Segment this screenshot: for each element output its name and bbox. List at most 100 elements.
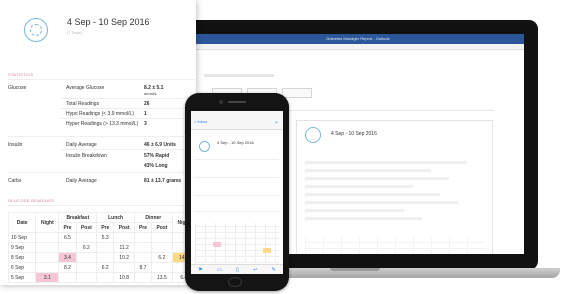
table-cell-date: 5 Sep	[7, 272, 37, 283]
report-date: 4 Sep - 10 Sep 2016	[217, 140, 254, 145]
table-cell	[151, 242, 173, 253]
table-cell	[75, 262, 98, 273]
column-subheader: Post	[113, 222, 135, 233]
average-glucose-label: Average Glucose	[66, 85, 105, 91]
report-table	[305, 237, 485, 254]
table-cell: 11.2	[113, 242, 135, 253]
trash-icon[interactable]: ▯	[236, 267, 239, 273]
hyper-readings-label: Hyper Readings (> 13.3 mmol/L)	[66, 121, 139, 127]
table-cell: 10.2	[113, 252, 135, 263]
column-subheader: Post	[75, 222, 98, 233]
reply-icon[interactable]: ↩	[253, 267, 257, 273]
table-cell-hyper	[263, 248, 271, 253]
back-button[interactable]: < Inbox	[194, 119, 207, 124]
table-cell	[96, 242, 115, 253]
column-header: Date	[7, 212, 37, 233]
table-cell	[96, 252, 115, 263]
carbs-daily-average-value: 81 ± 13.7 grams	[144, 178, 182, 184]
column-subheader: Pre	[133, 222, 153, 233]
phone: < Inbox ⌄ 4 Sep - 10 Sep 2016 ⚑ ▭ ▯ ↩ ✎	[185, 93, 289, 291]
embedded-report: 4 Sep - 10 Sep 2016	[296, 120, 493, 254]
table-cell-date: 8 Sep	[7, 252, 37, 263]
divider	[195, 211, 279, 212]
table-cell	[58, 242, 77, 253]
table-cell: 13.5	[151, 272, 173, 283]
compose-icon[interactable]: ✎	[272, 267, 276, 273]
insulin-daily-average-label: Daily Average	[66, 142, 97, 148]
table-cell: 6.2	[96, 262, 115, 273]
divider	[8, 79, 196, 80]
table-cell	[75, 272, 98, 283]
table-cell	[133, 242, 153, 253]
column-header: Lunch	[96, 212, 135, 223]
insulin-long-value: 43% Long	[144, 163, 168, 169]
column-subheader: Post	[151, 222, 173, 233]
section-statistics: STATISTICS	[8, 72, 34, 77]
table-row: 6 Sep 8.2 6.2 8.7	[7, 262, 196, 273]
hypo-readings-label: Hypo Readings (< 3.9 mmol/L)	[66, 111, 134, 117]
report-date: 4 Sep - 10 Sep 2016	[331, 131, 377, 137]
phone-screen: < Inbox ⌄ 4 Sep - 10 Sep 2016 ⚑ ▭ ▯ ↩ ✎	[191, 111, 283, 274]
table-cell: 5.3	[96, 232, 115, 243]
insulin-daily-average-value: 46 ± 6.9 Units	[144, 142, 176, 148]
divider	[8, 172, 196, 173]
carbs-daily-average-label: Daily Average	[66, 178, 97, 184]
table-cell-date: 6 Sep	[7, 262, 37, 273]
folder-icon[interactable]: ▭	[217, 267, 222, 273]
table-cell: 8.2	[58, 262, 77, 273]
average-glucose-unit: mmol/L	[144, 91, 158, 96]
app-logo-icon	[199, 141, 210, 152]
divider	[195, 177, 279, 178]
total-readings-value: 26	[144, 101, 150, 107]
app-logo-icon	[305, 127, 321, 143]
divider	[195, 195, 279, 196]
table-cell	[35, 242, 60, 253]
table-cell	[75, 232, 98, 243]
section-glucose-readings: GLUCOSE READINGS	[8, 198, 55, 203]
table-cell-hypo: 3.1	[35, 272, 60, 283]
hyper-readings-value: 3	[144, 121, 147, 127]
column-header: Night	[35, 212, 60, 233]
divider	[60, 149, 196, 150]
table-cell	[113, 232, 135, 243]
glucose-label: Glucose	[8, 85, 27, 91]
table-row: 8 Sep 3.4 10.2 6.2 14.4	[7, 252, 196, 263]
report-days: (7 Days)	[67, 30, 83, 35]
table-cell	[58, 272, 77, 283]
table-cell: 8.7	[133, 262, 153, 273]
report-date: 4 Sep - 10 Sep 2016	[67, 17, 150, 27]
hypo-readings-value: 1	[144, 111, 147, 117]
toolbar: ⚑ ▭ ▯ ↩ ✎	[191, 264, 283, 274]
attachment[interactable]	[282, 88, 312, 98]
divider	[60, 98, 196, 99]
column-header: Breakfast	[58, 212, 98, 223]
insulin-rapid-value: 57% Rapid	[144, 153, 170, 159]
total-readings-label: Total Readings	[66, 101, 100, 107]
nav-bar: < Inbox ⌄	[191, 117, 283, 130]
flag-icon[interactable]: ⚑	[198, 267, 202, 273]
table-header-row: Date Night Breakfast Lunch Dinner Night	[7, 212, 196, 233]
report-stat-lines	[305, 161, 485, 225]
table-cell	[96, 272, 115, 283]
table-row: 9 Sep 6.2 11.2	[7, 242, 196, 253]
table-cell	[113, 262, 135, 273]
divider	[8, 136, 196, 137]
table-cell-hypo: 3.4	[58, 252, 77, 263]
table-cell	[151, 262, 173, 273]
table-cell: 6.2	[151, 252, 173, 263]
table-cell	[133, 272, 153, 283]
laptop-notch	[330, 268, 380, 271]
share-icon[interactable]: ⌄	[274, 118, 279, 125]
table-cell-date: 10 Sep	[7, 232, 37, 243]
report-card: 4 Sep - 10 Sep 2016 (7 Days) STATISTICS …	[0, 0, 196, 285]
table-cell	[151, 232, 173, 243]
table-row: 10 Sep 6.5 5.3	[7, 232, 196, 243]
camera-icon	[219, 100, 223, 104]
table-cell	[35, 232, 60, 243]
home-button[interactable]	[228, 277, 242, 287]
app-logo-icon	[24, 18, 48, 42]
speaker	[228, 101, 246, 103]
table-cell: 10.8	[113, 272, 135, 283]
divider	[60, 118, 196, 119]
sender-line	[204, 74, 274, 77]
